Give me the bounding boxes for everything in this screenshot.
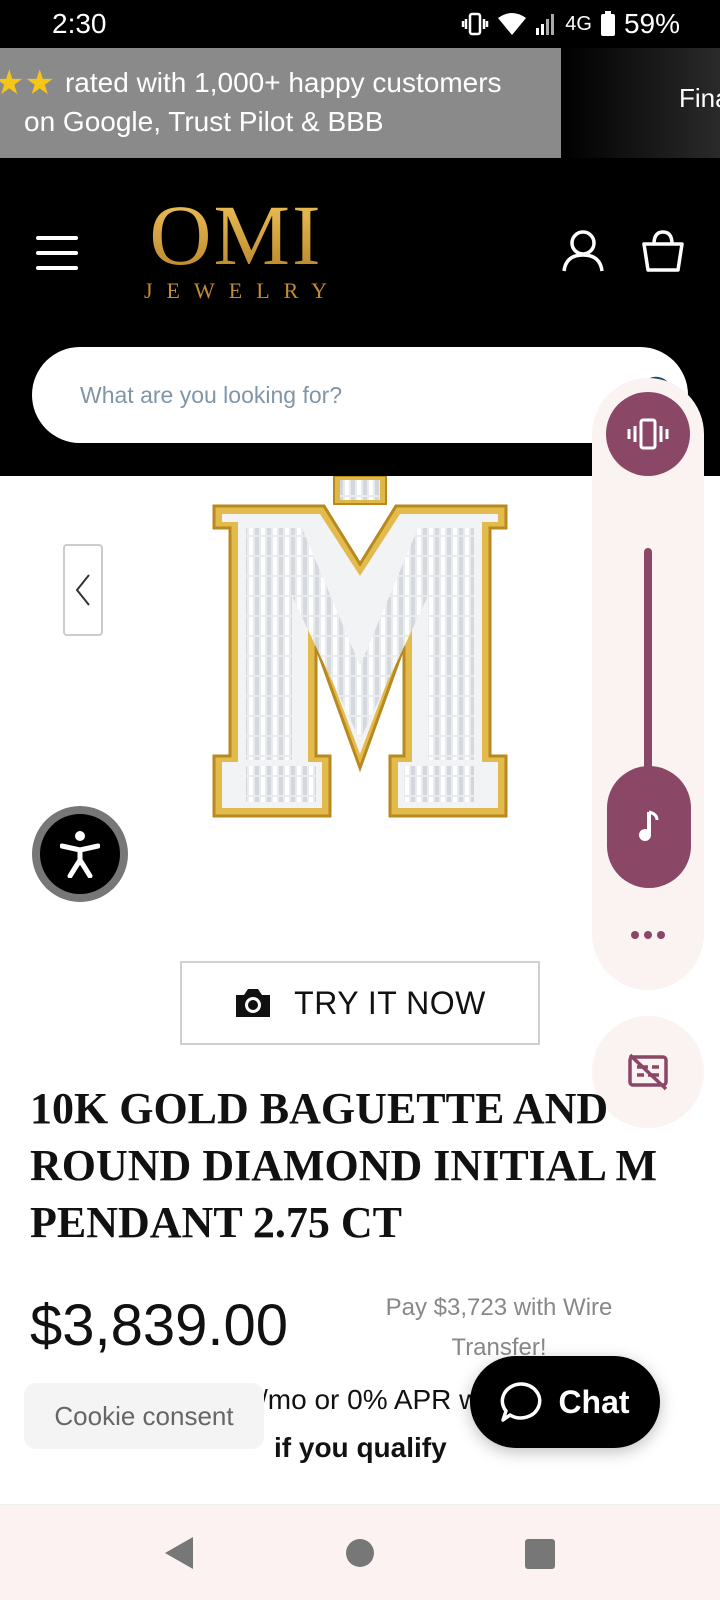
logo-sub: JEWELRY	[144, 278, 341, 303]
promo-next-text: Fina	[679, 83, 720, 113]
network-type: 4G	[565, 12, 592, 35]
battery-level: 59%	[623, 8, 680, 39]
promo-next-slide: Fina	[561, 48, 720, 158]
product-image[interactable]	[212, 475, 508, 821]
ringer-mode-button[interactable]	[606, 392, 690, 476]
battery-icon	[600, 11, 616, 37]
promo-banner[interactable]: ★★ rated with 1,000+ happy customers on …	[0, 48, 720, 158]
star-rating-icon: ★★	[0, 64, 55, 102]
music-note-icon	[639, 810, 659, 841]
user-icon[interactable]	[560, 228, 606, 274]
system-nav-bar	[0, 1504, 720, 1600]
cookie-consent-button[interactable]: Cookie consent	[24, 1383, 264, 1449]
financing-text-a: /mo or 0% APR w	[260, 1384, 480, 1415]
vibrate-icon	[461, 12, 489, 36]
chevron-left-icon	[75, 574, 90, 606]
try-it-now-label: TRY IT NOW	[294, 984, 486, 1021]
camera-icon	[236, 989, 271, 1017]
product-price: $3,839.00	[30, 1293, 289, 1358]
product-title: 10K GOLD BAGUETTE AND ROUND DIAMOND INIT…	[30, 1084, 658, 1247]
accessibility-icon	[60, 831, 100, 878]
status-bar: 2:30 4G 59%	[0, 0, 720, 48]
back-icon[interactable]	[163, 1535, 195, 1571]
volume-panel	[592, 378, 704, 990]
volume-slider-track[interactable]	[644, 548, 652, 778]
recents-icon[interactable]	[525, 1539, 555, 1569]
search-bar[interactable]	[32, 347, 688, 443]
status-time: 2:30	[52, 8, 107, 39]
status-icons: 4G 59%	[461, 8, 680, 40]
volume-slider-thumb[interactable]	[607, 766, 691, 888]
shopping-bag-icon[interactable]	[640, 228, 686, 274]
financing-qualify-text: if you qualify	[274, 1432, 447, 1463]
chat-button[interactable]: Chat	[470, 1356, 660, 1448]
search-input[interactable]	[80, 347, 600, 443]
more-options-icon[interactable]	[628, 928, 668, 942]
accessibility-button[interactable]	[32, 806, 128, 902]
signal-icon	[535, 12, 557, 36]
omi-jewelry-logo[interactable]: OMI JEWELRY	[136, 192, 341, 303]
vibrate-icon	[627, 418, 669, 450]
promo-slide: ★★ rated with 1,000+ happy customers on …	[0, 48, 561, 158]
try-it-now-button[interactable]: TRY IT NOW	[180, 961, 540, 1045]
chat-label: Chat	[558, 1383, 630, 1420]
wifi-icon	[497, 12, 527, 36]
chat-bubble-icon	[501, 1382, 542, 1422]
promo-text-line2: on Google, Trust Pilot & BBB	[24, 106, 384, 137]
gallery-prev-button[interactable]	[63, 544, 103, 636]
home-icon[interactable]	[346, 1539, 374, 1567]
promo-text-line1: rated with 1,000+ happy customers	[64, 67, 502, 98]
logo-main: OMI	[136, 192, 336, 278]
hamburger-menu-icon[interactable]	[36, 236, 78, 270]
